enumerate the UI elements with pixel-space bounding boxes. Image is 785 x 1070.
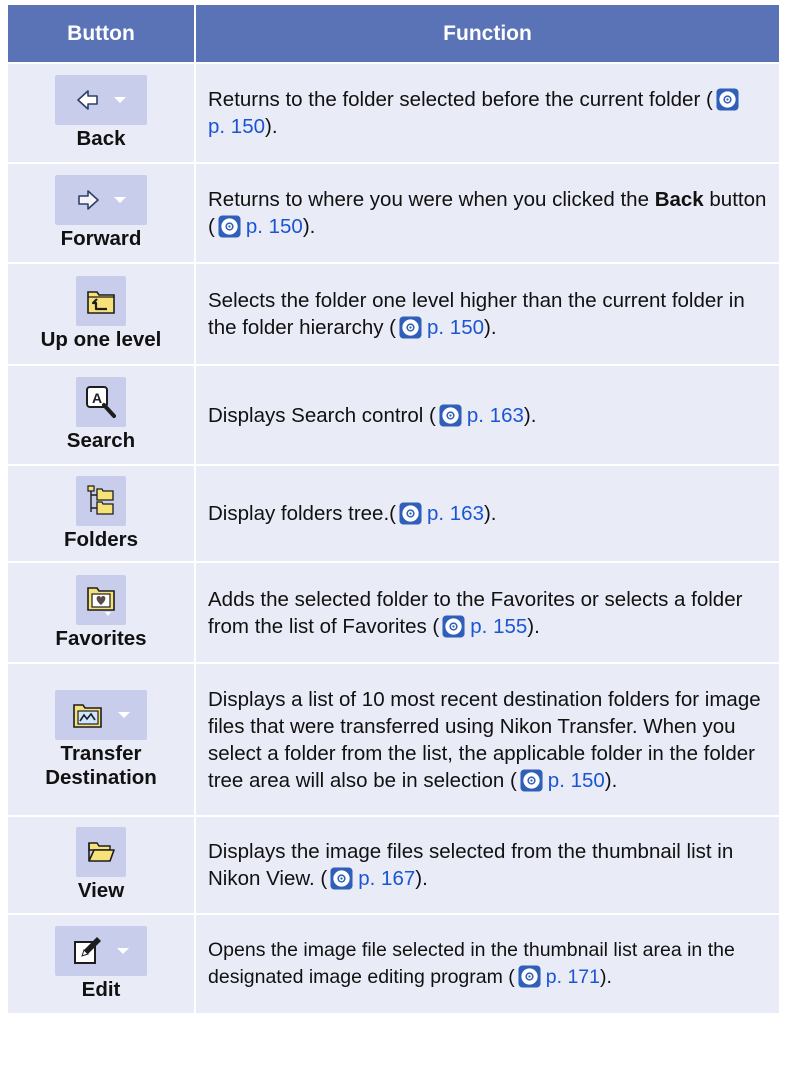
forward-label: Forward — [60, 227, 142, 250]
folder-tree-icon — [87, 484, 114, 515]
view-label: View — [77, 879, 125, 902]
page-reference-link[interactable]: p. 150 — [246, 215, 303, 238]
table-row: Transfer Destination Displays a list of … — [6, 662, 781, 817]
edit-button-cell: Edit — [6, 913, 196, 1015]
page-reference-link[interactable]: p. 163 — [467, 404, 524, 427]
dropdown-arrow-icon[interactable] — [117, 948, 129, 954]
back-arrow-icon — [77, 90, 98, 110]
edit-label: Edit — [81, 978, 121, 1001]
cd-reference-icon — [442, 615, 465, 638]
forward-arrow-icon — [78, 190, 99, 210]
favorites-description: Adds the selected folder to the Favorite… — [194, 561, 781, 664]
folders-description: Display folders tree.(p. 163). — [194, 464, 781, 563]
folders-button-cell: Folders — [6, 464, 196, 563]
folders-label: Folders — [63, 527, 139, 551]
table-row: Forward Returns to where you were when y… — [6, 162, 781, 264]
button-function-table: Button Function Back Returns to the fold… — [6, 3, 781, 1015]
cd-reference-icon — [399, 316, 422, 339]
view-description: Displays the image files selected from t… — [194, 815, 781, 915]
back-button-cell: Back — [6, 62, 196, 164]
up-one-level-button-cell: Up one level — [6, 262, 196, 366]
button-column-header: Button — [6, 3, 196, 64]
function-column-header: Function — [194, 3, 781, 64]
dropdown-arrow-icon[interactable] — [114, 197, 126, 203]
favorites-button-cell: Favorites — [6, 561, 196, 664]
search-label: Search — [66, 429, 136, 452]
cd-reference-icon — [520, 769, 543, 792]
page-reference-link[interactable]: 171 — [567, 966, 600, 988]
page-reference-link[interactable]: p. 163 — [427, 502, 484, 525]
search-magnifier-icon: A — [86, 386, 116, 418]
cd-reference-icon — [439, 404, 462, 427]
cd-reference-icon — [218, 215, 241, 238]
edit-pencil-icon — [74, 937, 101, 964]
up-one-level-description: Selects the folder one level higher than… — [194, 262, 781, 366]
transfer-destination-button-cell: Transfer Destination — [6, 662, 196, 817]
forward-button-cell: Forward — [6, 162, 196, 264]
forward-description: Returns to where you were when you click… — [194, 162, 781, 264]
table-row: Edit Opens the image file selected in th… — [6, 913, 781, 1015]
cd-reference-icon — [518, 965, 541, 988]
table-header-row: Button Function — [6, 3, 781, 64]
search-button-cell: A Search — [6, 364, 196, 466]
page-reference-link[interactable]: p. — [546, 966, 562, 988]
folders-button[interactable] — [76, 475, 126, 526]
table-row: A Search Displays Search control (p. 163… — [6, 364, 781, 466]
favorites-button[interactable] — [76, 574, 126, 625]
view-button-cell: View — [6, 815, 196, 915]
back-description: Returns to the folder selected before th… — [194, 62, 781, 164]
svg-text:A: A — [92, 390, 102, 406]
page-reference-link[interactable]: p. 150 — [427, 316, 484, 339]
transfer-destination-label-line2: Destination — [45, 765, 157, 789]
cd-reference-icon — [399, 502, 422, 525]
cd-reference-icon — [330, 867, 353, 890]
forward-button[interactable] — [55, 175, 147, 225]
search-button[interactable]: A — [76, 377, 126, 427]
table-row: Favorites Adds the selected folder to th… — [6, 561, 781, 664]
view-button[interactable] — [76, 827, 126, 877]
page-reference-link[interactable]: 155 — [493, 615, 527, 638]
page-reference-link[interactable]: p. — [470, 615, 487, 638]
transfer-destination-description: Displays a list of 10 most recent destin… — [194, 662, 781, 817]
dropdown-arrow-icon[interactable] — [114, 97, 126, 103]
cd-reference-icon — [716, 88, 739, 111]
favorites-folder-icon — [87, 586, 115, 616]
table-row: View Displays the image files selected f… — [6, 815, 781, 915]
open-folder-icon — [88, 842, 115, 862]
transfer-destination-label-line1: Transfer — [60, 741, 142, 765]
back-button[interactable] — [55, 75, 147, 125]
table-row: Folders Display folders tree.(p. 163). — [6, 464, 781, 563]
transfer-destination-button[interactable] — [55, 689, 147, 740]
table-row: Up one level Selects the folder one leve… — [6, 262, 781, 366]
back-label: Back — [76, 127, 126, 150]
page-reference-link[interactable]: p. 150 — [208, 115, 265, 138]
favorites-label: Favorites — [55, 626, 147, 650]
page-reference-link[interactable]: p. 150 — [548, 769, 605, 792]
edit-description: Opens the image file selected in the thu… — [194, 913, 781, 1015]
up-folder-icon — [87, 291, 115, 314]
search-description: Displays Search control (p. 163). — [194, 364, 781, 466]
transfer-destination-icon — [73, 703, 102, 728]
edit-button[interactable] — [55, 926, 147, 976]
dropdown-arrow-icon[interactable] — [118, 711, 130, 718]
page-reference-link[interactable]: p. 167 — [358, 867, 415, 890]
up-one-level-button[interactable] — [76, 276, 126, 326]
table-row: Back Returns to the folder selected befo… — [6, 62, 781, 164]
up-one-level-label: Up one level — [40, 328, 162, 351]
